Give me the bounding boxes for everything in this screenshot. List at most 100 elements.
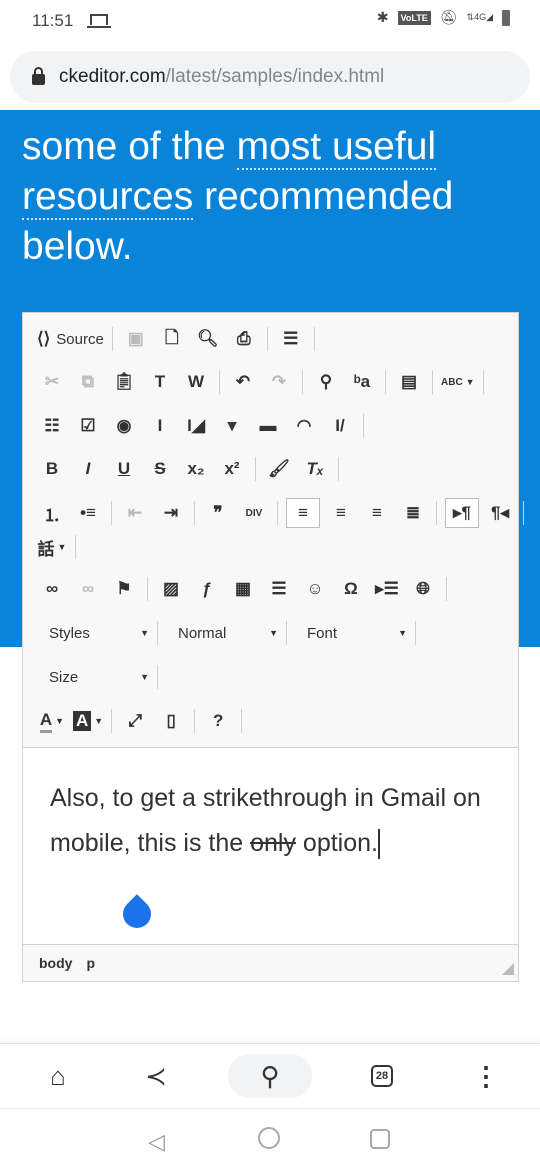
iframe-button[interactable]: 🌐︎ [408,574,438,604]
smiley-button[interactable]: ☺ [300,574,330,604]
checkbox-button[interactable]: ☑ [73,411,103,441]
blockquote-button[interactable]: ❞ [203,498,233,528]
numbered-list-button[interactable]: ⒈ [37,498,67,528]
strike-button[interactable]: S [145,454,175,484]
page-break-button[interactable]: ▸☰ [372,574,402,604]
most-useful-link[interactable]: most useful [236,125,437,170]
toolbar-separator [302,370,303,394]
cut-button[interactable]: ✂ [37,367,67,397]
back-icon[interactable]: ◁ [148,1129,165,1155]
bg-color-button[interactable]: A ▼ [73,706,103,736]
address-bar[interactable]: ckeditor.com/latest/samples/index.html [10,51,530,103]
bulleted-list-button[interactable]: •≡ [73,498,103,528]
new-page-button[interactable]: 🗋︎ [157,324,187,354]
horizontal-rule-button[interactable]: ☰ [264,574,294,604]
text-color-button[interactable]: A ▼ [37,706,67,736]
paste-text-button[interactable]: T [145,367,175,397]
size-combo[interactable]: Size ▼ [37,662,149,692]
language-button[interactable]: 話 ▼ [37,532,67,562]
underline-button[interactable]: U [109,454,139,484]
div-icon: DIV [245,507,263,519]
path-body[interactable]: body [39,955,72,971]
ltr-button[interactable]: ▸¶ [445,498,479,528]
image-button-button[interactable]: ◠ [289,411,319,441]
maximize-button[interactable]: ⤢ [120,706,150,736]
editor-content[interactable]: Also, to get a strikethrough in Gmail on… [23,747,518,945]
about-button[interactable]: ? [203,706,233,736]
recents-icon[interactable] [370,1129,390,1149]
hidden-field-button[interactable]: I/ [325,411,355,441]
anchor-button[interactable]: ⚑ [109,574,139,604]
resize-handle[interactable] [502,963,514,975]
replace-button[interactable]: ᵇa [347,367,377,397]
select-button[interactable]: ▾ [217,411,247,441]
paste-button[interactable]: 📋︎ [109,367,139,397]
smiley-icon: ☺ [306,579,324,598]
special-char-button[interactable]: Ω [336,574,366,604]
styles-combo[interactable]: Styles ▼ [37,618,149,648]
toolbar-separator [338,457,339,481]
undo-button[interactable]: ↶ [228,367,258,397]
toolbar-separator [194,501,195,525]
button-button[interactable]: ▬ [253,411,283,441]
image-button[interactable]: ▨ [156,574,186,604]
toolbar-separator [363,414,364,438]
replace-icon: ᵇa [353,372,371,391]
path-p[interactable]: p [86,955,95,971]
indent-button[interactable]: ⇥ [156,498,186,528]
status-bar: 11:51 ✱ VoLTE 🔕︎ ⇅4G◢ [0,0,540,40]
table-button[interactable]: ▦ [228,574,258,604]
text-selection-handle[interactable] [117,894,157,934]
bold-icon: B [45,459,59,478]
home-circle-icon[interactable] [258,1127,280,1149]
format-combo[interactable]: Normal ▼ [166,618,278,648]
share-icon[interactable]: ≺ [136,1054,176,1098]
find-button[interactable]: ⚲ [311,367,341,397]
preview-button[interactable]: 🔍︎ [193,324,223,354]
rtl-button[interactable]: ¶◂ [485,498,515,528]
flash-button[interactable]: ƒ [192,574,222,604]
resources-link[interactable]: resources [22,175,194,220]
align-center-button[interactable]: ≡ [326,498,356,528]
tabs-icon[interactable]: 28 [362,1054,402,1098]
superscript-button[interactable]: x² [217,454,247,484]
underline-icon: U [117,459,131,478]
copy-format-icon: 🖌︎ [268,459,290,478]
templates-button[interactable]: ☰ [276,324,306,354]
search-icon[interactable]: ⚲ [228,1054,312,1098]
subscript-button[interactable]: x₂ [181,454,211,484]
checkbox-icon: ☑ [80,416,96,435]
show-blocks-button[interactable]: ▯ [156,706,186,736]
ckeditor: ⟨⟩ Source ▣ 🗋︎ 🔍︎ ⎙ ☰ ✂ ⧉ 📋︎ T W ↶ ↷ ⚲ ᵇa ▤ ABC ▼ ☷ ☑ ◉ I I◢ ▾ ▬ ◠… [22,312,524,982]
align-right-button[interactable]: ≡ [362,498,392,528]
remove-format-button[interactable]: Tₓ [300,454,330,484]
font-combo[interactable]: Font ▼ [295,618,407,648]
justify-button[interactable]: ≣ [398,498,428,528]
select-all-button[interactable]: ▤ [394,367,424,397]
unlink-button[interactable]: ∞ [73,574,103,604]
hero-text: some of the [22,125,237,168]
link-button[interactable]: ∞ [37,574,67,604]
form-button[interactable]: ☷ [37,411,67,441]
spellcheck-button[interactable]: ABC ▼ [441,367,475,397]
save-button[interactable]: ▣ [121,324,151,354]
signal-4g-icon: ⇅4G◢ [466,12,493,22]
paste-word-button[interactable]: W [181,367,211,397]
copy-format-button[interactable]: 🖌︎ [264,454,294,484]
outdent-button[interactable]: ⇤ [120,498,150,528]
print-button[interactable]: ⎙ [229,324,259,354]
home-icon[interactable]: ⌂ [38,1054,78,1098]
radio-button[interactable]: ◉ [109,411,139,441]
text-field-button[interactable]: I [145,411,175,441]
div-button[interactable]: DIV [239,498,269,528]
hero-text: recommended [193,175,454,218]
align-left-button[interactable]: ≡ [286,498,320,528]
redo-button[interactable]: ↷ [264,367,294,397]
more-icon[interactable]: ⋮ [466,1054,506,1098]
italic-button[interactable]: I [73,454,103,484]
bold-button[interactable]: B [37,454,67,484]
ltr-icon: ▸¶ [453,503,471,522]
source-button[interactable]: ⟨⟩ Source [37,324,104,354]
textarea-button[interactable]: I◢ [181,411,211,441]
copy-button[interactable]: ⧉ [73,367,103,397]
